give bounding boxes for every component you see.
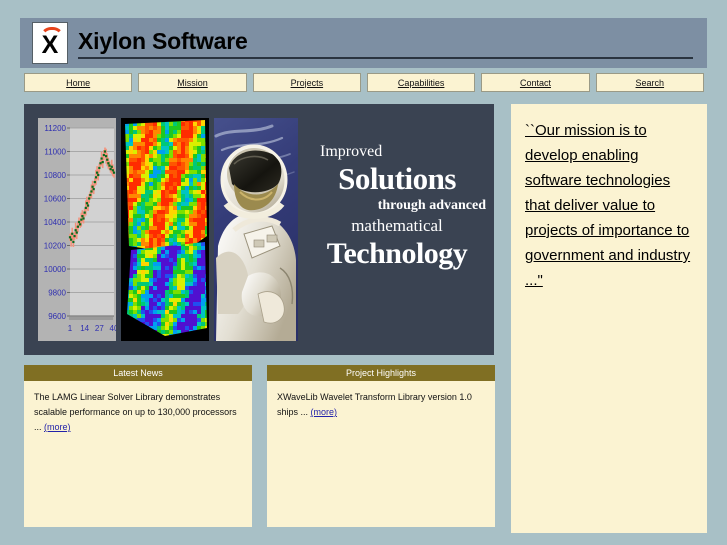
line-chart-panel: 11200 11000 10800 10600 10400 10200 10000 9800 9… — [38, 118, 116, 341]
project-highlights-more-link[interactable]: (more) — [311, 407, 338, 417]
svg-text:11200: 11200 — [44, 124, 66, 133]
svg-text:1: 1 — [68, 324, 73, 333]
svg-text:10400: 10400 — [44, 218, 67, 227]
latest-news-body: The LAMG Linear Solver Library demonstra… — [24, 381, 252, 444]
measurement-chart: 11200 11000 10800 10600 10400 10200 10000 9800 9… — [38, 118, 116, 341]
banner-line-1: Improved — [320, 143, 383, 160]
project-highlights-body: XWaveLib Wavelet Transform Library versi… — [267, 381, 495, 429]
nav-item-mission[interactable]: Mission — [138, 73, 247, 92]
banner-tagline: Improved Solutions through advanced math… — [306, 142, 488, 270]
banner-line-3: through advanced — [377, 198, 486, 213]
svg-text:14: 14 — [80, 324, 89, 333]
page-title: Xiylon Software — [78, 28, 693, 59]
svg-text:27: 27 — [95, 324, 104, 333]
x-arc-logo-icon: X — [32, 22, 68, 64]
mission-statement-link[interactable]: ``Our mission is to develop enabling sof… — [525, 122, 690, 289]
site-title-container: Xiylon Software — [78, 28, 707, 59]
svg-text:9800: 9800 — [48, 289, 66, 298]
nav-label: Search — [635, 77, 665, 88]
nav-label: Mission — [177, 77, 208, 88]
nav-label: Projects — [290, 77, 324, 88]
nav-label: Capabilities — [397, 77, 445, 88]
project-highlights-box: Project Highlights XWaveLib Wavelet Tran… — [267, 365, 495, 527]
latest-news-box: Latest News The LAMG Linear Solver Libra… — [24, 365, 252, 527]
heatmap-image — [121, 118, 209, 341]
banner-line-4: mathematical — [351, 216, 443, 235]
nav-label: Contact — [519, 77, 551, 88]
nav-item-search[interactable]: Search — [595, 73, 704, 92]
page-root: X Xiylon Software Home Mission Projects … — [0, 0, 727, 545]
main-navigation: Home Mission Projects Capabilities Conta… — [24, 73, 704, 92]
astronaut-photo-panel — [214, 118, 298, 341]
logo-letter: X — [41, 31, 59, 59]
nav-label: Home — [66, 77, 91, 88]
svg-text:10200: 10200 — [44, 242, 67, 251]
svg-text:11000: 11000 — [44, 148, 66, 157]
heatmap-panel — [121, 118, 209, 341]
nav-item-contact[interactable]: Contact — [481, 73, 590, 92]
banner-line-2: Solutions — [338, 161, 456, 196]
banner-line-5: Technology — [326, 237, 468, 270]
site-header: X Xiylon Software — [20, 18, 707, 68]
project-highlights-title: Project Highlights — [267, 365, 495, 381]
astronaut-image — [214, 118, 298, 341]
mission-statement-panel: ``Our mission is to develop enabling sof… — [511, 104, 707, 533]
svg-text:9600: 9600 — [48, 312, 66, 321]
nav-item-capabilities[interactable]: Capabilities — [366, 73, 476, 92]
nav-item-projects[interactable]: Projects — [252, 73, 361, 92]
svg-text:10600: 10600 — [44, 195, 67, 204]
nav-item-home[interactable]: Home — [24, 73, 133, 92]
latest-news-more-link[interactable]: (more) — [44, 422, 71, 432]
project-highlights-text: XWaveLib Wavelet Transform Library versi… — [277, 392, 472, 417]
svg-text:10000: 10000 — [44, 265, 67, 274]
latest-news-title: Latest News — [24, 365, 252, 381]
svg-text:40: 40 — [110, 324, 116, 333]
hero-banner: 11200 11000 10800 10600 10400 10200 10000 9800 9… — [24, 104, 494, 355]
svg-text:10800: 10800 — [44, 171, 67, 180]
